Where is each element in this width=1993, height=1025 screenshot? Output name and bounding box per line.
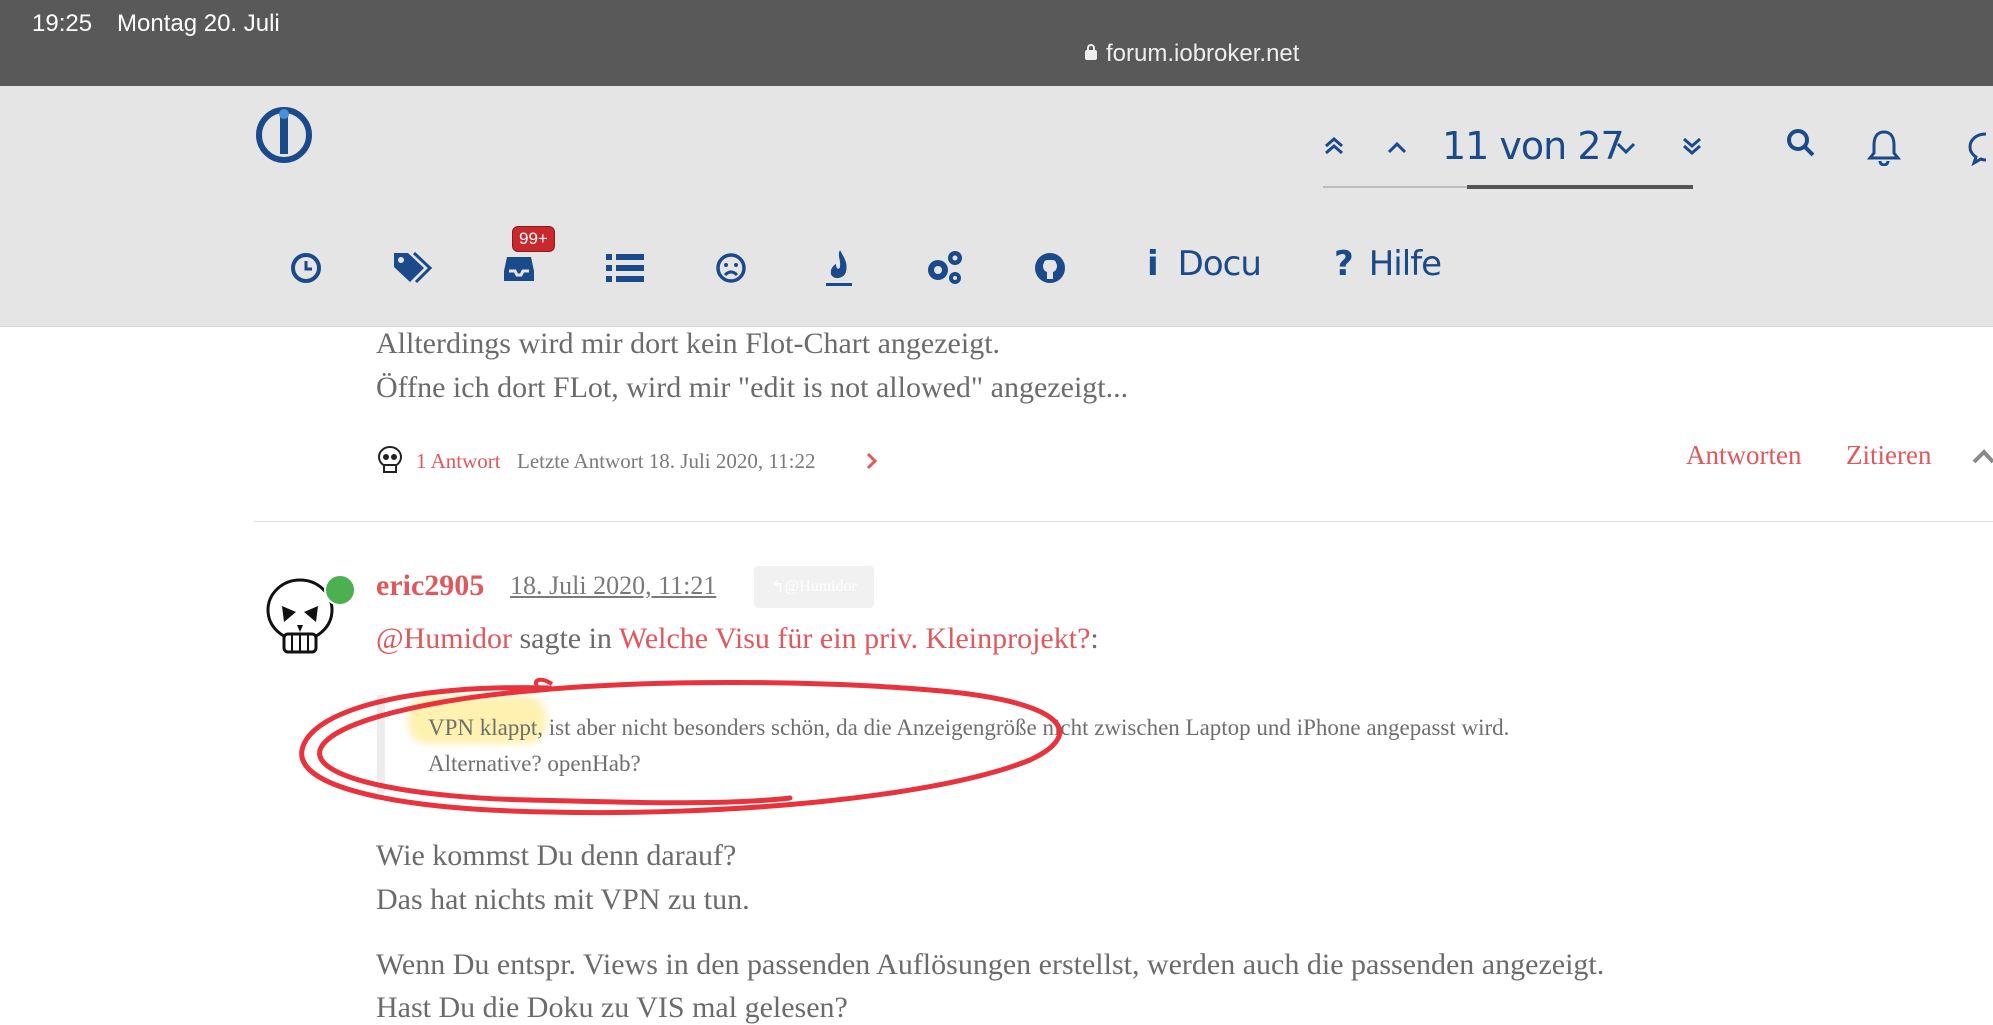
github-icon[interactable] [1033,251,1067,290]
prev-post-line-1: Allterdings wird mir dort kein Flot-Char… [376,327,1001,360]
admin-gears-icon[interactable] [924,248,964,291]
online-status-dot [324,574,356,606]
said-in-text: sagte in [519,622,612,655]
post-separator [254,521,1993,522]
replies-count-link[interactable]: 1 Antwort [416,449,501,474]
post-pager-label: 11 von 27 [1442,124,1625,168]
topic-link[interactable]: Welche Visu für ein priv. Kleinprojekt? [619,622,1090,655]
prev-post-line-2: Öffne ich dort FLot, wird mir "edit is n… [376,371,1129,404]
popular-fire-icon[interactable] [824,248,852,293]
next-post-icon[interactable] [1614,140,1638,163]
red-annotation-circle [299,677,1063,816]
lock-icon [1084,40,1098,68]
tags-icon[interactable] [392,250,434,289]
last-post-icon[interactable] [1680,134,1704,163]
chat-icon[interactable] [1968,130,1993,171]
recent-clock-icon[interactable] [290,252,322,289]
sad-face-icon[interactable] [715,252,747,289]
reply-button[interactable]: Antworten [1686,440,1801,471]
post-tools-caret-icon[interactable] [1972,446,1993,471]
first-post-icon[interactable] [1322,134,1346,163]
docu-nav-link[interactable]: i Docu [1147,244,1262,284]
reply-to-user: @Humidor [784,578,857,595]
mention-link[interactable]: @Humidor [376,622,512,655]
reply-avatar-skull-icon[interactable] [376,445,404,480]
colon-text: : [1090,622,1099,655]
status-time: 19:25 [32,10,93,37]
hilfe-nav-link[interactable]: ? Hilfe [1334,244,1442,284]
post-timestamp[interactable]: 18. Juli 2020, 11:21 [510,571,716,601]
post-body-line-3: Wenn Du entspr. Views in den passenden A… [376,948,1605,981]
url-text: forum.iobroker.net [1106,40,1300,67]
search-icon[interactable] [1786,128,1816,163]
info-icon: i [1147,244,1159,284]
reply-arrow-icon: ↰ [771,579,785,596]
post-body-line-1: Wie kommst Du denn darauf? [376,839,737,872]
status-date: Montag 20. Juli [117,10,280,37]
browser-top-bar [0,0,1993,86]
reply-to-tag[interactable]: ↰ @Humidor [754,566,874,608]
post-author[interactable]: eric2905 [376,569,484,603]
unread-count-badge: 99+ [512,226,555,252]
quote-button[interactable]: Zitieren [1846,440,1931,471]
hilfe-label: Hilfe [1368,244,1442,284]
chevron-right-icon[interactable] [866,452,878,475]
pager-progress-bar [1467,185,1693,189]
docu-label: Docu [1177,244,1262,284]
post-body-line-2: Das hat nichts mit VPN zu tun. [376,883,750,916]
post-body-line-4: Hast Du die Doku zu VIS mal gelesen? [376,991,848,1024]
address-bar[interactable]: forum.iobroker.net [1084,40,1299,68]
previous-post-icon[interactable] [1385,138,1409,161]
help-question-icon: ? [1334,244,1354,284]
last-reply-info[interactable]: Letzte Antwort 18. Juli 2020, 11:22 [517,449,815,474]
unread-inbox-icon[interactable] [503,254,535,289]
quote-header: @Humidor sagte in Welche Visu für ein pr… [376,622,1099,656]
notifications-bell-icon[interactable] [1866,128,1902,171]
categories-list-icon[interactable] [606,253,644,288]
iobroker-logo[interactable] [255,106,313,164]
